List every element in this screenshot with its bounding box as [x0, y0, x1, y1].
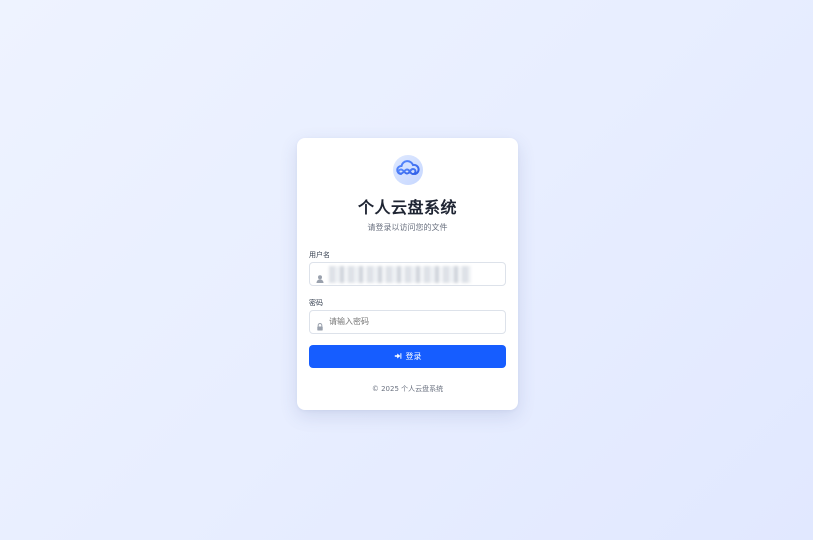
- username-label: 用户名: [309, 251, 330, 259]
- cloud-logo-icon: [392, 154, 424, 186]
- password-field[interactable]: [309, 310, 506, 334]
- password-input[interactable]: [329, 311, 499, 333]
- footer-copyright: © 2025 个人云盘系统: [371, 385, 444, 393]
- login-card: 个人云盘系统 请登录以访问您的文件 用户名 密码 登录 © 2025 个人云盘系…: [297, 138, 518, 410]
- user-icon: [315, 269, 325, 283]
- app-title: 个人云盘系统: [357, 198, 457, 217]
- username-value-redacted: [329, 266, 471, 283]
- app-subtitle: 请登录以访问您的文件: [367, 223, 448, 232]
- login-button[interactable]: 登录: [309, 345, 506, 368]
- password-label: 密码: [309, 299, 323, 307]
- login-icon: [394, 352, 402, 362]
- lock-icon: [315, 317, 325, 331]
- username-field[interactable]: [309, 262, 506, 286]
- login-button-label: 登录: [405, 352, 422, 361]
